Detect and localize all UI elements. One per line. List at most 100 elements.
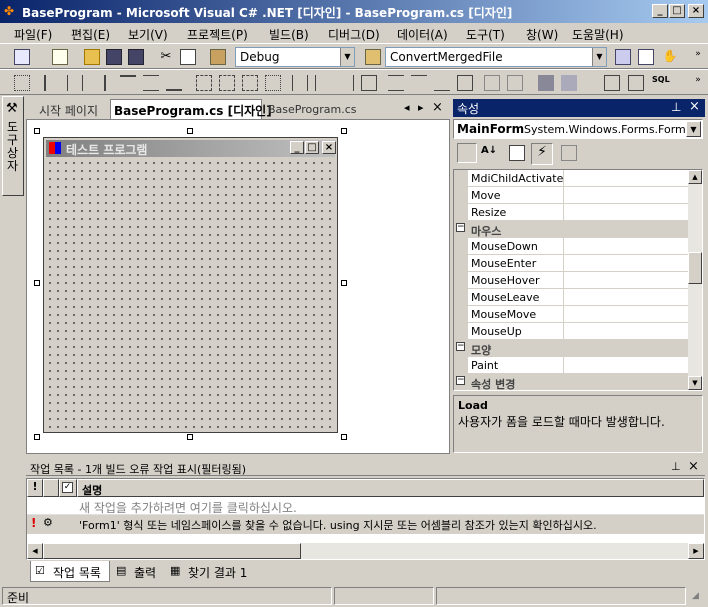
horizontal-scrollbar[interactable]: ◀ ▶ (27, 543, 704, 559)
save-all-icon[interactable] (128, 49, 144, 65)
tab-task-list[interactable]: ☑ 작업 목록 (30, 561, 110, 582)
dropdown-arrow-icon[interactable]: ▼ (592, 48, 606, 66)
column-header-priority[interactable]: ! (27, 479, 43, 497)
tab-code[interactable]: BaseProgram.cs (268, 103, 356, 116)
tab-scroll-right-icon[interactable]: ▸ (418, 101, 424, 114)
hspace-dec-icon[interactable] (338, 75, 354, 91)
property-category[interactable]: − 모양 (454, 340, 688, 357)
bring-to-front-icon[interactable] (538, 75, 554, 91)
properties-view-icon[interactable] (509, 145, 525, 161)
column-header-description[interactable]: 설명 (77, 479, 704, 497)
tab-designer[interactable]: BaseProgram.cs [디자인] (114, 102, 272, 119)
tab-close-icon[interactable]: × (432, 100, 443, 115)
save-icon[interactable] (106, 49, 122, 65)
toolbox-icon[interactable]: ✋ (662, 49, 678, 65)
menu-data[interactable]: 데이터(A) (397, 26, 448, 43)
align-grid-icon[interactable] (14, 75, 30, 91)
property-row[interactable]: MouseLeave (468, 289, 688, 306)
scroll-thumb[interactable] (43, 543, 301, 559)
maximize-button[interactable]: □ (669, 4, 685, 18)
collapse-icon[interactable]: − (456, 223, 465, 232)
vertical-scrollbar[interactable]: ▲ ▼ (688, 170, 702, 390)
vspace-dec-icon[interactable] (434, 75, 450, 91)
align-top-icon[interactable] (120, 75, 136, 91)
sql-icon[interactable]: SQL (652, 75, 670, 91)
find-combo[interactable]: ConvertMergedFile ▼ (385, 47, 607, 67)
hspace-equal-icon[interactable] (292, 75, 308, 91)
center-vertical-icon[interactable] (507, 75, 523, 91)
menu-help[interactable]: 도움말(H) (572, 26, 624, 43)
same-size-icon[interactable] (242, 75, 258, 91)
add-task-row[interactable]: 새 작업을 추가하려면 여기를 클릭하십시오. (27, 497, 704, 515)
property-pages-icon[interactable] (561, 145, 577, 161)
resize-handle[interactable] (187, 128, 193, 134)
property-row[interactable]: MouseHover (468, 272, 688, 289)
resize-handle[interactable] (34, 128, 40, 134)
hspace-inc-icon[interactable] (315, 75, 331, 91)
tab-scroll-left-icon[interactable]: ◂ (404, 101, 410, 114)
designed-form[interactable]: 테스트 프로그램 _ □ × (43, 137, 338, 433)
open-icon[interactable] (84, 49, 100, 65)
same-width-icon[interactable] (196, 75, 212, 91)
form-close-button[interactable]: × (322, 141, 336, 154)
cut-icon[interactable]: ✂ (158, 49, 174, 65)
scroll-left-icon[interactable]: ◀ (27, 543, 43, 559)
column-header-type[interactable] (43, 479, 59, 497)
close-icon[interactable]: × (689, 99, 700, 114)
menu-window[interactable]: 창(W) (526, 26, 558, 43)
overflow-icon[interactable]: » (690, 75, 706, 91)
property-row[interactable]: Resize (468, 204, 688, 221)
scroll-thumb[interactable] (688, 252, 702, 284)
object-selector[interactable]: MainForm System.Windows.Forms.Form ▼ (453, 119, 703, 139)
resize-handle[interactable] (187, 434, 193, 440)
config-combo[interactable]: Debug ▼ (235, 47, 355, 67)
menu-tools[interactable]: 도구(T) (466, 26, 505, 43)
checkbox-icon[interactable]: ✓ (62, 482, 73, 493)
paste-icon[interactable] (210, 49, 226, 65)
tab-find-results[interactable]: ▦ 찾기 결과 1 (168, 561, 256, 582)
vspace-equal-icon[interactable] (388, 75, 404, 91)
align-bottom-icon[interactable] (166, 75, 182, 91)
send-to-back-icon[interactable] (561, 75, 577, 91)
toolbox-tab[interactable]: ⚒ 도구 상자 (2, 96, 24, 196)
property-row[interactable]: MouseEnter (468, 255, 688, 272)
table-icon[interactable] (628, 75, 644, 91)
property-row[interactable]: Paint (468, 357, 688, 374)
scroll-right-icon[interactable]: ▶ (688, 543, 704, 559)
pin-icon[interactable]: ⊥ (671, 100, 681, 114)
menu-debug[interactable]: 디버그(D) (328, 26, 380, 43)
collapse-icon[interactable]: − (456, 342, 465, 351)
form-maximize-button[interactable]: □ (305, 141, 319, 154)
resize-handle[interactable] (341, 434, 347, 440)
resize-handle[interactable] (34, 280, 40, 286)
menu-view[interactable]: 보기(V) (128, 26, 168, 43)
menu-edit[interactable]: 편집(E) (71, 26, 110, 43)
size-grip-icon[interactable]: ◢ (692, 591, 699, 601)
center-horizontal-icon[interactable] (484, 75, 500, 91)
categorized-icon[interactable] (457, 143, 477, 163)
scroll-up-icon[interactable]: ▲ (688, 170, 702, 184)
property-row[interactable]: Move (468, 187, 688, 204)
close-icon[interactable]: × (688, 459, 699, 474)
menu-build[interactable]: 빌드(B) (269, 26, 309, 43)
menu-project[interactable]: 프로젝트(P) (187, 26, 248, 43)
resize-handle[interactable] (34, 434, 40, 440)
property-row[interactable]: MouseDown (468, 238, 688, 255)
tab-order-icon[interactable] (604, 75, 620, 91)
properties-icon[interactable] (638, 49, 654, 65)
dropdown-arrow-icon[interactable]: ▼ (686, 121, 701, 137)
pin-icon[interactable]: ⊥ (671, 460, 681, 473)
tab-output[interactable]: ▤ 출력 (114, 561, 166, 582)
form-client-grid[interactable] (46, 159, 335, 430)
alphabetical-icon[interactable]: A↓ (481, 145, 497, 161)
property-row[interactable]: MouseUp (468, 323, 688, 340)
resize-handle[interactable] (341, 128, 347, 134)
close-button[interactable]: × (688, 4, 704, 18)
tab-start-page[interactable]: 시작 페이지 (39, 102, 98, 119)
copy-icon[interactable] (180, 49, 196, 65)
size-to-grid-icon[interactable] (265, 75, 281, 91)
menu-file[interactable]: 파일(F) (14, 26, 52, 43)
overflow-icon[interactable]: » (690, 49, 706, 65)
find-in-files-icon[interactable] (365, 49, 381, 65)
property-row[interactable]: MouseMove (468, 306, 688, 323)
